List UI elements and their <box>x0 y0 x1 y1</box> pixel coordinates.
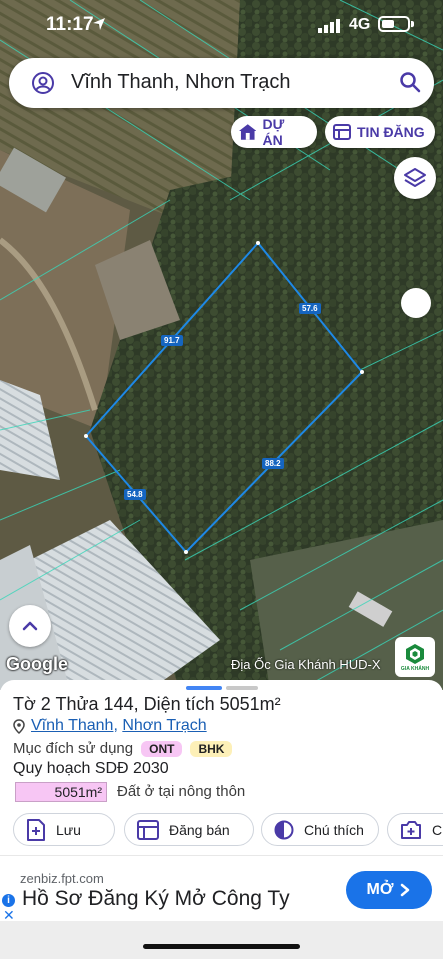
save-button[interactable]: Lưu <box>13 813 115 846</box>
brand-logo-mark <box>406 643 424 664</box>
projects-chip-label: DỰ ÁN <box>262 116 285 148</box>
edge-length-label: 54.8 <box>124 489 146 500</box>
ad-domain: zenbiz.fpt.com <box>20 871 104 886</box>
save-button-label: Lưu <box>56 821 81 838</box>
search-query[interactable]: Vĩnh Thanh, Nhơn Trạch <box>71 71 291 94</box>
parcel-location: Vĩnh Thanh, Nhơn Trạch <box>13 717 207 735</box>
add-photo-icon <box>401 820 421 839</box>
location-arrow-icon <box>93 18 105 30</box>
map-pin-icon <box>13 718 25 734</box>
layers-icon <box>404 168 426 187</box>
map-attribution: Địa Ốc Gia Khánh HUD-X <box>231 657 381 672</box>
battery-icon <box>378 16 410 32</box>
post-for-sale-button[interactable]: Đăng bán <box>124 813 254 846</box>
ad-banner[interactable]: zenbiz.fpt.com i ✕ Hồ Sơ Đăng Ký Mở Công… <box>0 855 443 923</box>
home-indicator[interactable] <box>143 944 300 949</box>
action-bar: Lưu Đăng bán Chú thích C <box>13 813 443 846</box>
network-type: 4G <box>349 16 371 33</box>
sheet-handle[interactable] <box>226 686 258 690</box>
brand-logo-text: GIA KHÁNH <box>400 665 430 672</box>
district-link[interactable]: Nhơn Trạch <box>122 717 206 735</box>
ad-open-button[interactable]: MỞ <box>346 871 432 909</box>
listing-icon <box>333 124 351 140</box>
clock: 11:17 <box>46 14 94 35</box>
capture-button[interactable]: Chụ <box>387 813 443 846</box>
capture-button-label: Chụ <box>432 821 443 838</box>
purpose-label: Mục đích sử dụng <box>13 740 134 757</box>
signal-icon <box>318 19 340 33</box>
battery-tip <box>411 21 414 27</box>
ad-info-icon[interactable]: i <box>2 894 15 907</box>
contrast-icon <box>274 820 294 839</box>
chevron-up-icon <box>22 621 38 631</box>
parcel-title-prefix: Tờ 2 Thửa 144, Diện tích <box>13 694 220 714</box>
chevron-right-icon <box>401 883 410 897</box>
listings-chip[interactable]: TIN ĐĂNG <box>325 116 435 148</box>
layers-button[interactable] <box>394 157 436 199</box>
home-icon <box>239 124 257 140</box>
status-bar: 11:17 4G <box>0 0 443 52</box>
satellite-map[interactable]: 91.7 57.6 88.2 54.8 11:17 4G Vĩnh Thanh,… <box>0 0 443 690</box>
note-button-label: Chú thích <box>304 821 364 838</box>
land-use-tag[interactable]: ONT <box>141 740 183 757</box>
account-icon[interactable] <box>31 71 55 95</box>
listing-icon <box>137 819 159 840</box>
ad-headline[interactable]: Hồ Sơ Đăng Ký Mở Công Ty <box>22 887 290 911</box>
add-document-icon <box>27 818 45 841</box>
edge-length-label: 88.2 <box>262 458 284 469</box>
edge-length-label: 91.7 <box>161 335 183 346</box>
sheet-handle-active[interactable] <box>186 686 222 690</box>
expand-button[interactable] <box>9 605 51 647</box>
map-position-dot[interactable] <box>401 288 431 318</box>
projects-chip[interactable]: DỰ ÁN <box>231 116 317 148</box>
plan-title: Quy hoạch SDĐ 2030 <box>13 760 169 777</box>
plan-area-description: Đất ở tại nông thôn <box>117 783 246 800</box>
land-use-purpose: Mục đích sử dụng ONT BHK <box>13 740 233 757</box>
screen: 91.7 57.6 88.2 54.8 11:17 4G Vĩnh Thanh,… <box>0 0 443 959</box>
ward-link[interactable]: Vĩnh Thanh <box>31 717 113 735</box>
parcel-title: Tờ 2 Thửa 144, Diện tích 5051m² <box>13 694 281 715</box>
search-bar[interactable]: Vĩnh Thanh, Nhơn Trạch <box>9 58 434 108</box>
search-icon[interactable] <box>398 70 422 94</box>
listings-chip-label: TIN ĐĂNG <box>357 124 425 140</box>
google-logo: Google <box>6 654 68 674</box>
land-use-tag[interactable]: BHK <box>190 740 233 757</box>
location-separator: , <box>113 717 123 734</box>
plan-area-box: 5051m² <box>15 782 107 802</box>
parcel-info-sheet[interactable]: Tờ 2 Thửa 144, Diện tích 5051m² Vĩnh Tha… <box>0 680 443 855</box>
edge-length-label: 57.6 <box>299 303 321 314</box>
post-for-sale-label: Đăng bán <box>169 821 230 838</box>
parcel-area: 5051m² <box>219 694 281 714</box>
ad-open-label: MỞ <box>366 881 394 898</box>
bottom-strip <box>0 921 443 959</box>
brand-logo[interactable]: GIA KHÁNH <box>395 637 435 677</box>
note-button[interactable]: Chú thích <box>261 813 379 846</box>
